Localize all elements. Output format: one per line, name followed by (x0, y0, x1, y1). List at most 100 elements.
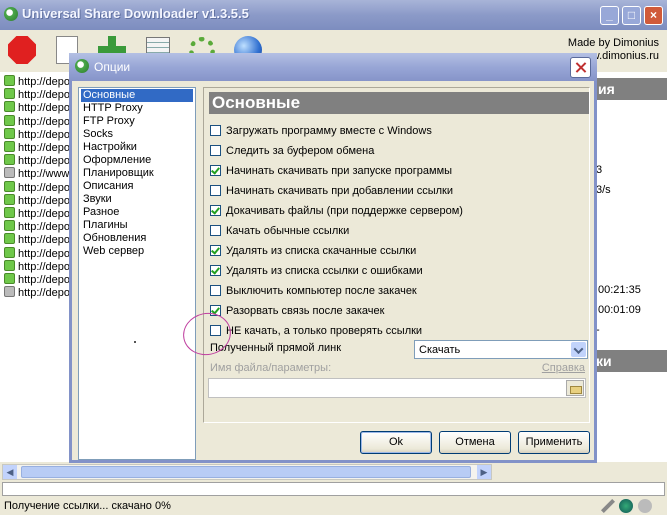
status-text: Получение ссылки... скачано 0% (4, 500, 171, 512)
link-row[interactable]: http://depo (4, 193, 70, 207)
option-row[interactable]: Следить за буфером обмена (210, 144, 374, 158)
dialog-body: Основные HTTP Proxy FTP Proxy Socks Настройк… (72, 81, 594, 460)
status-dot-icon (4, 114, 15, 126)
info-time-2: 00:01:09 (598, 304, 641, 316)
filename-input[interactable] (208, 378, 586, 398)
nav-item[interactable]: Socks (81, 128, 115, 141)
link-text: http://depo (18, 155, 70, 168)
option-label: Выключить компьютер после закачек (226, 285, 417, 297)
option-label: Удалять из списка скачанные ссылки (226, 245, 417, 257)
cancel-button[interactable]: Отмена (439, 431, 511, 454)
direct-link-label: Полученный прямой линк (210, 342, 342, 354)
link-row[interactable]: http://depo (4, 101, 70, 114)
option-checkbox[interactable] (210, 285, 221, 296)
status-dot-icon (4, 220, 15, 232)
link-row[interactable]: http://depo (4, 141, 70, 154)
ok-button[interactable]: Ok (360, 431, 432, 454)
option-checkbox[interactable] (210, 225, 221, 236)
apply-button[interactable]: Применить (518, 431, 590, 454)
tools-icon[interactable] (601, 499, 615, 513)
scroll-left-icon[interactable]: ◀ (3, 465, 17, 479)
nav-item[interactable]: Обновления (81, 232, 148, 245)
link-text: http://depo (18, 181, 70, 194)
status-dot-icon (4, 75, 15, 86)
option-row[interactable]: НЕ качать, а только проверять ссылки (210, 324, 422, 338)
dialog-close-button[interactable] (570, 57, 591, 78)
close-button[interactable]: × (644, 6, 663, 25)
option-label: Следить за буфером обмена (226, 145, 375, 157)
option-checkbox[interactable] (210, 185, 221, 196)
option-row[interactable]: Загружать программу вместе с Windows (210, 124, 432, 138)
options-nav[interactable]: Основные HTTP Proxy FTP Proxy Socks Настройк… (78, 87, 196, 460)
link-text: http://depo (18, 274, 70, 286)
folder-icon[interactable] (566, 380, 584, 396)
nav-item[interactable]: Описания (81, 180, 135, 193)
option-checkbox[interactable] (210, 245, 221, 256)
option-row[interactable]: Разорвать связь после закачек (210, 304, 384, 318)
status-dot-icon (4, 180, 15, 192)
direct-link-value: Скачать (419, 344, 461, 356)
link-text: http://depo (18, 89, 70, 102)
status-dot-icon (4, 259, 15, 271)
options-dialog: Опции Основные HTTP Proxy FTP Proxy Socks На… (69, 53, 597, 463)
option-row[interactable]: Качать обычные ссылки (210, 224, 349, 238)
nav-item[interactable]: Web сервер (81, 245, 146, 258)
links-list[interactable]: http://depo http://depo http://depo http://… (0, 72, 74, 462)
nav-item[interactable]: Разное (81, 206, 121, 219)
option-row[interactable]: Начинать скачивать при добавлении ссылки (210, 184, 453, 198)
status-dot-icon (4, 193, 15, 205)
progress-bar (2, 482, 665, 496)
link-row[interactable]: http://depo (4, 259, 70, 273)
link-row[interactable]: http://depo (4, 207, 70, 220)
nav-item[interactable]: HTTP Proxy (81, 102, 145, 115)
link-row[interactable]: http://depo (4, 273, 70, 286)
option-label: Разорвать связь после закачек (226, 305, 385, 317)
option-checkbox[interactable] (210, 265, 221, 276)
link-text: http://depo (18, 247, 70, 260)
chevron-down-icon[interactable] (571, 342, 586, 357)
nav-item[interactable]: Звуки (81, 193, 114, 206)
link-text: http://depo (18, 115, 70, 128)
stop-icon[interactable] (6, 34, 38, 66)
option-label: Качать обычные ссылки (226, 225, 350, 237)
link-row[interactable]: http://depo (4, 154, 70, 167)
help-link[interactable]: Справка (542, 362, 585, 374)
nav-item[interactable]: Настройки (81, 141, 139, 154)
option-checkbox[interactable] (210, 125, 221, 136)
nav-item[interactable]: FTP Proxy (81, 115, 137, 128)
link-row[interactable]: http://depo (4, 246, 70, 260)
link-row[interactable]: http://depo (4, 127, 70, 141)
link-row[interactable]: http://depo (4, 88, 70, 101)
pane-title: Основные (209, 92, 589, 114)
option-checkbox[interactable] (210, 205, 221, 216)
status-icon[interactable] (638, 499, 652, 513)
option-row[interactable]: Удалять из списка скачанные ссылки (210, 244, 416, 258)
horizontal-scrollbar[interactable]: ◀ ▶ (2, 464, 492, 480)
info-header-2: ки (596, 350, 667, 372)
scroll-right-icon[interactable]: ▶ (477, 465, 491, 479)
option-checkbox[interactable] (210, 165, 221, 176)
link-row[interactable]: http://depo (4, 180, 70, 194)
direct-link-select[interactable]: Скачать (414, 340, 588, 359)
link-row[interactable]: http://www (4, 167, 69, 180)
link-text: http://depo (18, 208, 70, 220)
nav-item[interactable]: Плагины (81, 219, 130, 232)
network-icon[interactable] (619, 499, 633, 513)
option-row[interactable]: Выключить компьютер после закачек (210, 284, 417, 298)
dot-mark (134, 341, 136, 343)
option-checkbox[interactable] (210, 145, 221, 156)
link-row[interactable]: http://depo (4, 233, 70, 246)
option-row[interactable]: Начинать скачивать при запуске программы (210, 164, 452, 178)
nav-item[interactable]: Планировщик (81, 167, 156, 180)
link-row[interactable]: http://depo (4, 75, 70, 88)
nav-item[interactable]: Оформление (81, 154, 153, 167)
option-row[interactable]: Удалять из списка ссылки с ошибками (210, 264, 423, 278)
option-row[interactable]: Докачивать файлы (при поддержке сервером… (210, 204, 463, 218)
minimize-button[interactable]: _ (600, 6, 619, 25)
link-row[interactable]: http://depo (4, 220, 70, 233)
maximize-button[interactable]: □ (622, 6, 641, 25)
link-row[interactable]: http://depo (4, 286, 70, 299)
link-row[interactable]: http://depo (4, 114, 70, 128)
nav-item[interactable]: Основные (81, 89, 193, 102)
scroll-thumb[interactable] (21, 466, 471, 478)
